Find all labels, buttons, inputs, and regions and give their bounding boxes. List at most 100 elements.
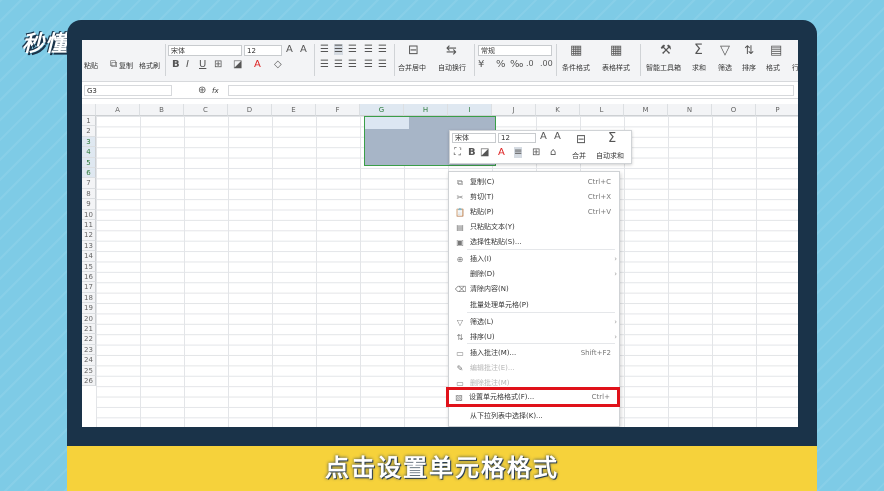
menu-item[interactable]: 删除(D) › xyxy=(449,267,621,282)
toolbox-icon[interactable]: ⚒ xyxy=(660,43,672,58)
menu-item[interactable]: 📋 粘贴(P) Ctrl+V xyxy=(449,205,621,220)
corner-select-all[interactable] xyxy=(82,104,96,116)
paste-button[interactable]: 粘贴 xyxy=(84,61,98,71)
italic-icon[interactable]: I xyxy=(186,59,189,70)
row-header[interactable]: 7 xyxy=(82,178,96,189)
justify-icon[interactable]: ☰ xyxy=(364,59,373,70)
mini-grow-font-icon[interactable]: A xyxy=(540,131,547,142)
row-header[interactable]: 8 xyxy=(82,188,96,200)
number-format-select[interactable]: 常规 xyxy=(478,45,552,56)
active-cell[interactable] xyxy=(365,117,409,129)
column-header[interactable]: F xyxy=(316,104,360,116)
sort-button[interactable]: 排序 xyxy=(742,63,756,73)
row-header[interactable]: 23 xyxy=(82,344,96,356)
table-style-button[interactable]: 表格样式 xyxy=(602,63,630,73)
sum-icon[interactable]: Σ xyxy=(694,42,703,58)
conditional-format-button[interactable]: 条件格式 xyxy=(562,63,590,73)
mini-shrink-font-icon[interactable]: A xyxy=(554,131,561,142)
bold-icon[interactable]: B xyxy=(172,59,180,70)
mini-font-size[interactable]: 12 xyxy=(498,133,536,143)
row-header[interactable]: 14 xyxy=(82,251,96,262)
mini-format-painter-icon[interactable]: ⛶ xyxy=(454,147,461,158)
column-header[interactable]: O xyxy=(712,104,756,116)
row-header[interactable]: 16 xyxy=(82,272,96,283)
smart-toolbox-button[interactable]: 智能工具箱 xyxy=(646,63,681,73)
row-header[interactable]: 12 xyxy=(82,230,96,241)
underline-icon[interactable]: U xyxy=(199,59,206,70)
menu-item[interactable]: ⌫ 清除内容(N) xyxy=(449,282,621,297)
row-header[interactable]: 6 xyxy=(82,168,96,179)
align-center-icon[interactable]: ☰ xyxy=(334,59,343,70)
font-size-select[interactable]: 12 xyxy=(244,45,282,56)
format-button[interactable]: 格式 xyxy=(766,63,780,73)
row-header[interactable]: 17 xyxy=(82,282,96,293)
menu-item[interactable]: ⧉ 复制(C) Ctrl+C xyxy=(449,175,621,190)
mini-font-name[interactable]: 宋体 xyxy=(452,133,496,143)
distribute-icon[interactable]: ☰ xyxy=(378,59,387,70)
menu-item[interactable]: ▣ 选择性粘贴(S)... xyxy=(449,235,621,250)
column-header[interactable]: D xyxy=(228,104,272,116)
outdent-icon[interactable]: ☰ xyxy=(378,44,387,55)
fx-icon[interactable]: fx xyxy=(212,87,219,95)
row-header[interactable]: 21 xyxy=(82,324,96,335)
mini-bold-icon[interactable]: B xyxy=(468,147,476,158)
zoom-icon[interactable]: ⊕ xyxy=(198,85,206,96)
column-header[interactable]: K xyxy=(536,104,580,116)
row-header[interactable]: 22 xyxy=(82,334,96,345)
indent-icon[interactable]: ☰ xyxy=(364,44,373,55)
menu-item-format-cells[interactable]: ▧ 设置单元格格式(F)... Ctrl+ xyxy=(448,390,620,405)
align-top-icon[interactable]: ☰ xyxy=(320,44,329,55)
name-box[interactable]: G3 xyxy=(84,85,172,96)
column-header[interactable]: I xyxy=(448,104,492,116)
row-header[interactable]: 13 xyxy=(82,240,96,252)
row-col-button[interactable]: 行 xyxy=(792,63,798,73)
menu-item[interactable]: ⊕ 插入(I) › xyxy=(449,252,621,267)
format-painter-button[interactable]: 格式刷 xyxy=(139,61,160,71)
column-header[interactable]: B xyxy=(140,104,184,116)
clear-format-icon[interactable]: ◇ xyxy=(274,59,282,70)
filter-icon[interactable]: ▽ xyxy=(720,43,730,58)
row-header[interactable]: 25 xyxy=(82,365,96,376)
row-header[interactable]: 10 xyxy=(82,209,96,220)
row-header[interactable]: 24 xyxy=(82,355,96,366)
mini-border-icon[interactable]: ⊞ xyxy=(532,147,540,158)
grow-font-icon[interactable]: A xyxy=(286,44,293,55)
align-bottom-icon[interactable]: ☰ xyxy=(348,44,357,55)
menu-item[interactable]: ▭ 插入批注(M)... Shift+F2 xyxy=(449,346,621,361)
mini-align-icon[interactable]: ≡ xyxy=(514,147,523,158)
column-header[interactable]: L xyxy=(580,104,624,116)
row-header[interactable]: 3 xyxy=(82,136,96,148)
increase-decimal-icon[interactable]: .0 xyxy=(526,59,534,68)
align-right-icon[interactable]: ☰ xyxy=(348,59,357,70)
column-header[interactable]: G xyxy=(360,104,404,116)
fill-color-icon[interactable]: ◪ xyxy=(233,59,242,70)
column-header[interactable]: J xyxy=(492,104,536,116)
column-header[interactable]: E xyxy=(272,104,316,116)
row-header[interactable]: 26 xyxy=(82,376,96,387)
menu-item[interactable]: 批量处理单元格(P) xyxy=(449,298,621,313)
shrink-font-icon[interactable]: A xyxy=(300,44,307,55)
mini-merge-icon[interactable]: ⊟ xyxy=(576,132,586,146)
mini-merge-button[interactable]: 合并 xyxy=(572,151,586,161)
row-header[interactable]: 20 xyxy=(82,313,96,324)
mini-font-color-icon[interactable]: A xyxy=(498,147,505,158)
align-left-icon[interactable]: ☰ xyxy=(320,59,329,70)
mini-auto-sum-button[interactable]: 自动求和 xyxy=(596,151,624,161)
mini-clear-icon[interactable]: ⌂ xyxy=(550,147,556,158)
column-header[interactable]: C xyxy=(184,104,228,116)
merge-center-button[interactable]: 合并居中 xyxy=(398,63,426,73)
row-header[interactable]: 18 xyxy=(82,292,96,304)
row-header[interactable]: 2 xyxy=(82,126,96,137)
column-header[interactable]: M xyxy=(624,104,668,116)
wrap-text-icon[interactable]: ⇆ xyxy=(446,43,457,58)
conditional-format-icon[interactable]: ▦ xyxy=(570,43,582,58)
currency-icon[interactable]: ¥ xyxy=(478,59,484,70)
sort-icon[interactable]: ⇅ xyxy=(744,43,754,57)
formula-input[interactable] xyxy=(228,85,794,96)
table-style-icon[interactable]: ▦ xyxy=(610,43,622,58)
thousands-icon[interactable]: ‰ xyxy=(510,59,523,70)
filter-button[interactable]: 筛选 xyxy=(718,63,732,73)
merge-center-icon[interactable]: ⊟ xyxy=(408,43,419,58)
font-name-select[interactable]: 宋体 xyxy=(168,45,242,56)
column-header[interactable]: A xyxy=(96,104,140,116)
